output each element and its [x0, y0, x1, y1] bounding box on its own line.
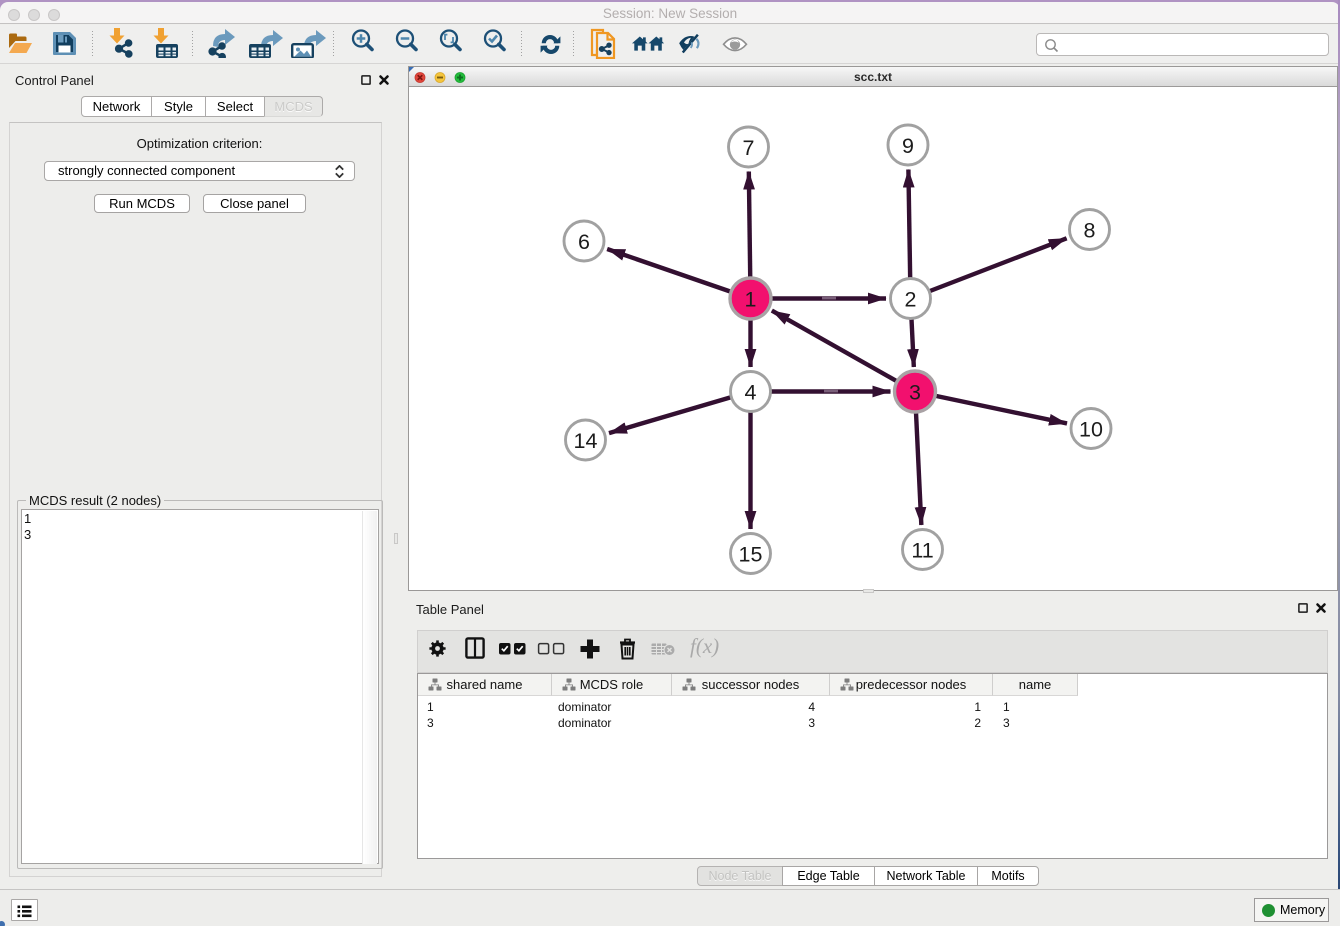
svg-text:9: 9	[902, 134, 914, 158]
svg-text:6: 6	[578, 230, 590, 254]
svg-text:2: 2	[905, 288, 917, 312]
svg-text:7: 7	[743, 136, 755, 160]
svg-text:4: 4	[745, 381, 757, 405]
svg-text:10: 10	[1079, 418, 1103, 442]
svg-text:14: 14	[574, 429, 598, 453]
svg-text:11: 11	[911, 539, 933, 563]
svg-text:1: 1	[745, 288, 757, 312]
svg-text:15: 15	[739, 543, 763, 567]
svg-text:8: 8	[1084, 219, 1096, 243]
svg-text:3: 3	[909, 381, 921, 405]
